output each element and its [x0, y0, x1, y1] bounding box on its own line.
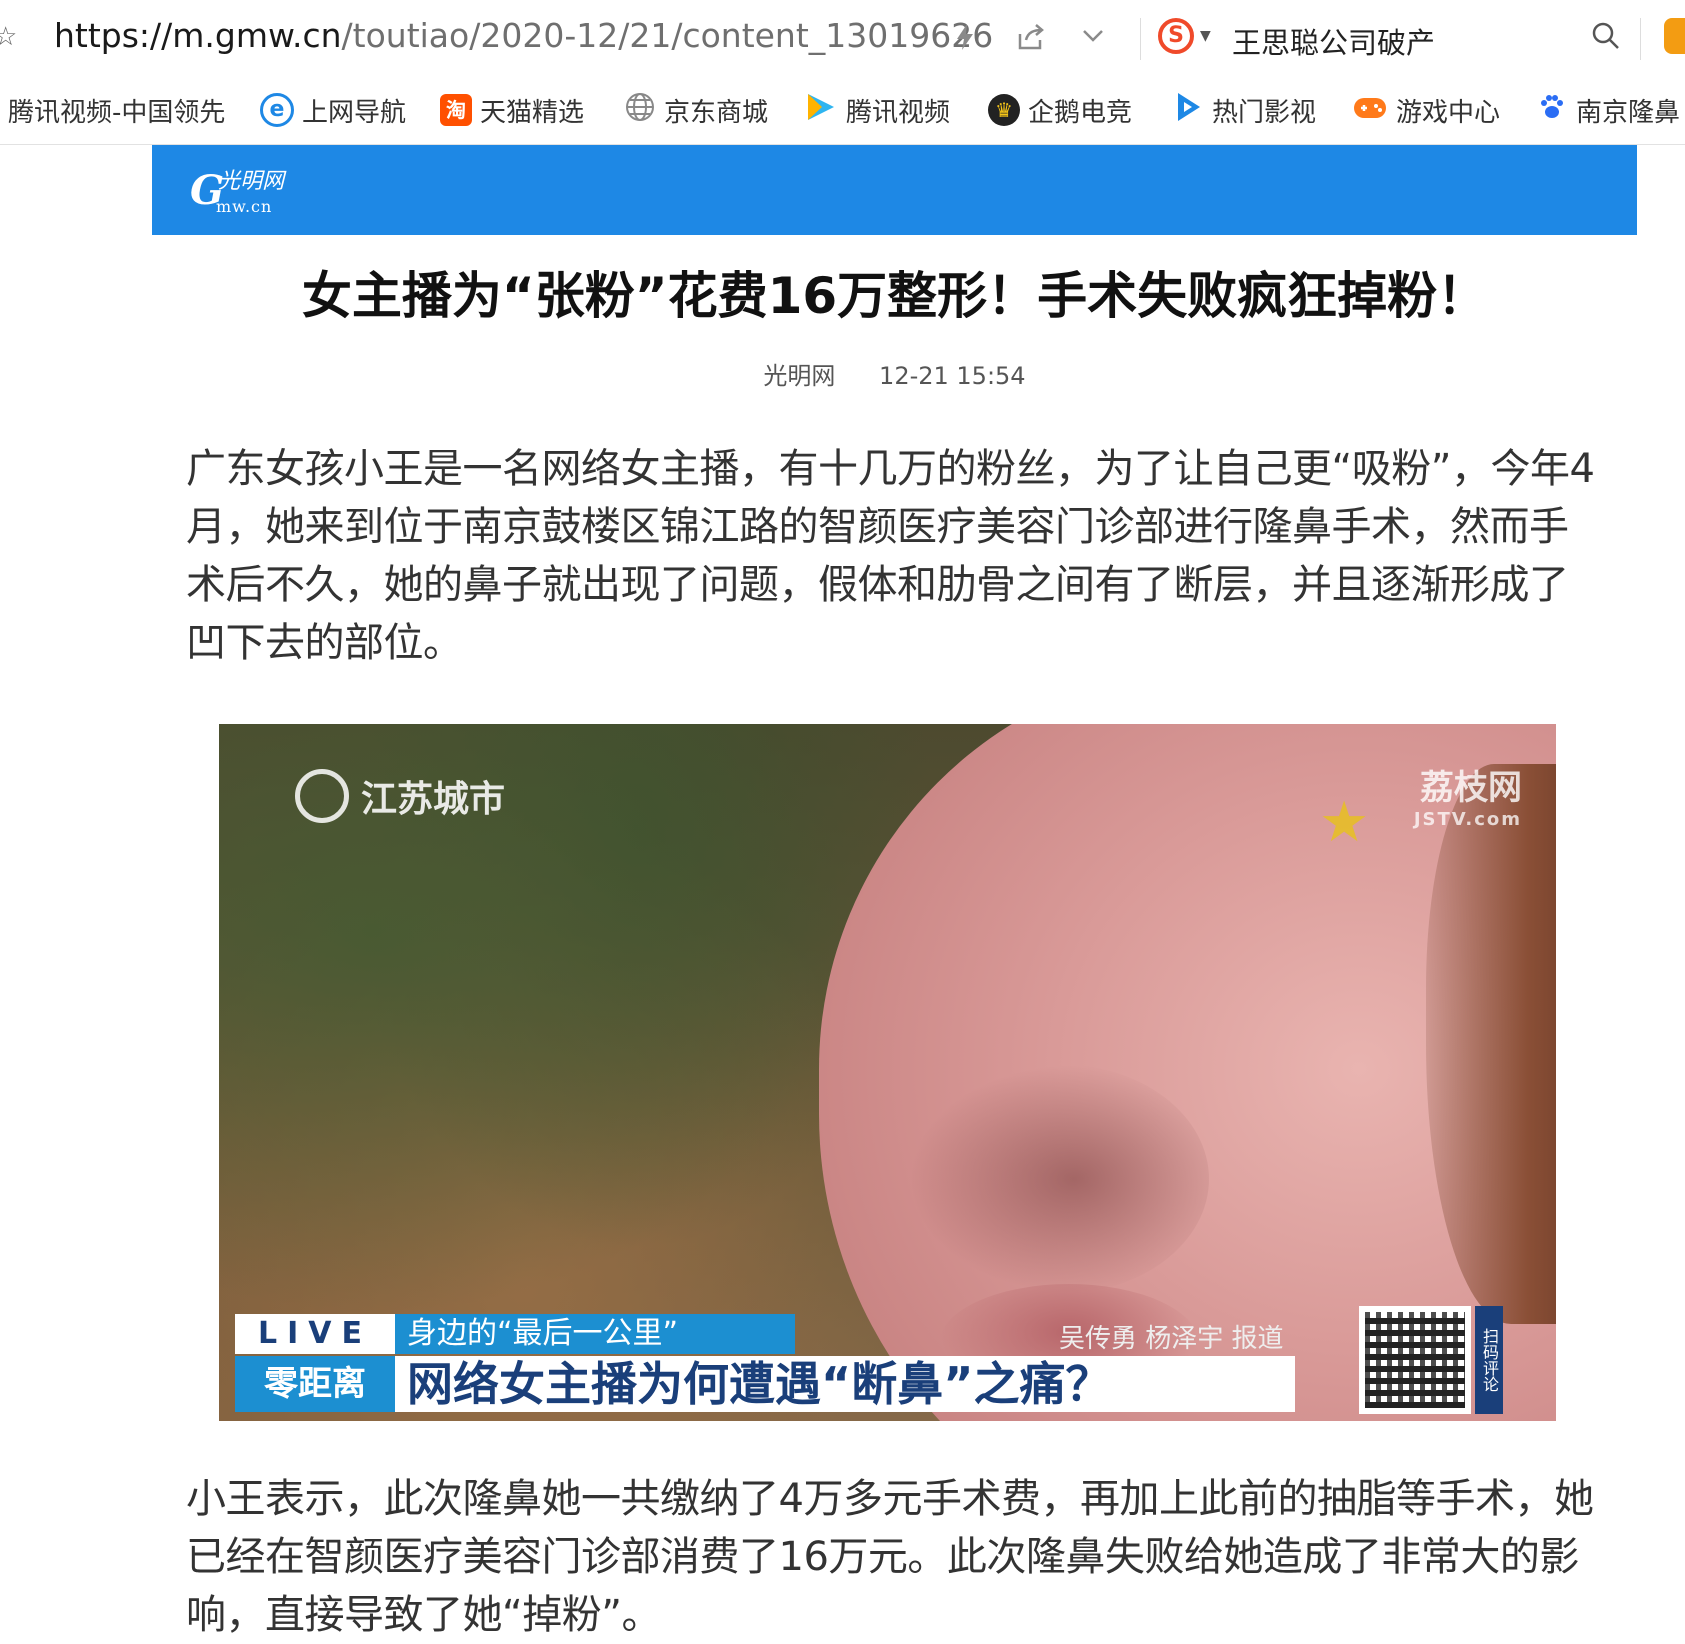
bookmark-label: 京东商城: [664, 97, 769, 128]
bookmark-label: 企鹅电竞: [1028, 97, 1133, 128]
penguin-icon: ♛: [988, 94, 1020, 126]
chevron-down-icon[interactable]: [1080, 22, 1106, 52]
bookmark-item[interactable]: ♛ 企鹅电竞: [988, 92, 1132, 128]
qr-label: 扫码评论: [1475, 1306, 1503, 1414]
play-icon: [804, 91, 838, 130]
caret-down-icon[interactable]: ▼: [1200, 28, 1211, 44]
play-icon: [1172, 91, 1204, 130]
search-icon[interactable]: [1590, 20, 1622, 56]
channel-name: 江苏城市: [361, 779, 506, 820]
search-input[interactable]: 王思聪公司破产: [1232, 20, 1435, 62]
divider: [1140, 18, 1141, 60]
bookmark-item[interactable]: 京东商城: [624, 92, 768, 128]
article-time: 12-21 15:54: [879, 362, 1026, 390]
bookmark-label: 热门影视: [1212, 97, 1317, 128]
article-meta: 光明网 12-21 15:54: [152, 356, 1637, 391]
bookmark-item[interactable]: 腾讯视频: [804, 92, 950, 128]
taobao-icon: 淘: [440, 94, 472, 126]
article-paragraph: 小王表示，此次隆鼻她一共缴纳了4万多元手术费，再加上此前的抽脂等手术，她已经在智…: [186, 1476, 1594, 1638]
extension-icon[interactable]: [1664, 18, 1685, 54]
article-paragraph: 广东女孩小王是一名网络女主播，有十几万的粉丝，为了让自己更“吸粉”，今年4月，她…: [186, 446, 1595, 666]
ie-icon: e: [260, 93, 294, 127]
site-watermark-domain: JSTV.com: [1413, 809, 1522, 830]
news-headline: 网络女主播为何遭遇“断鼻”之痛？: [395, 1356, 1295, 1412]
segment-tag: 身边的“最后一公里”: [395, 1314, 795, 1354]
paw-icon: [1536, 91, 1568, 130]
reporter-credit: 吴传勇 杨泽宇 报道: [1059, 1324, 1284, 1354]
logo-cn: 光明网: [218, 169, 285, 194]
gamepad-icon: [1352, 92, 1388, 129]
article-title: 女主播为“张粉”花费16万整形！手术失败疯狂掉粉！: [301, 267, 1488, 325]
bookmark-label: 游戏中心: [1396, 97, 1501, 128]
image-nose-shadow: [909, 1064, 1209, 1294]
url-field[interactable]: https://m.gmw.cn/toutiao/2020-12/21/cont…: [54, 16, 993, 55]
bookmark-item[interactable]: e 上网导航: [260, 92, 406, 128]
globe-icon: [624, 91, 656, 130]
site-watermark-name: 荔枝网: [1420, 768, 1522, 808]
star-badge-icon: ★: [1319, 790, 1370, 855]
article-source[interactable]: 光明网: [763, 362, 835, 390]
bookmark-label: 南京隆鼻: [1576, 97, 1681, 128]
bookmark-item[interactable]: 游戏中心: [1352, 92, 1500, 128]
share-icon[interactable]: [1016, 22, 1046, 56]
qr-code: [1359, 1306, 1471, 1414]
bookmark-item[interactable]: 热门影视: [1172, 92, 1316, 128]
bookmark-item[interactable]: 南京隆鼻: [1536, 92, 1680, 128]
site-watermark: 荔枝网 JSTV.com: [1414, 760, 1522, 830]
article-image[interactable]: 江苏城市 ★ 荔枝网 JSTV.com LIVE 身边的“最后一公里” 吴传勇 …: [219, 724, 1556, 1421]
channel-watermark: 江苏城市: [295, 766, 505, 826]
program-brand: 零距离: [235, 1356, 395, 1412]
divider: [1640, 18, 1641, 60]
bookmark-star-icon[interactable]: ☆: [0, 22, 17, 52]
bookmark-item[interactable]: 淘 天猫精选: [440, 92, 584, 128]
bookmark-label: 腾讯视频-中国领先: [8, 97, 226, 128]
url-path: /toutiao/2020-12/21/content_13019626: [341, 16, 994, 55]
live-label: LIVE: [235, 1314, 395, 1354]
bookmark-label: 天猫精选: [480, 97, 585, 128]
bookmark-label: 上网导航: [302, 97, 407, 128]
bookmark-item[interactable]: 腾讯视频-中国领先: [8, 92, 225, 128]
url-domain: https://m.gmw.cn: [54, 16, 342, 55]
sogou-icon[interactable]: S: [1158, 18, 1194, 54]
logo-domain: mw.cn: [216, 197, 273, 216]
bookmarks-bar: 腾讯视频-中国领先 e 上网导航 淘 天猫精选 京东商城 腾讯视频 ♛ 企鹅电竞…: [0, 78, 1685, 145]
address-bar: ☆ https://m.gmw.cn/toutiao/2020-12/21/co…: [0, 0, 1685, 79]
lightning-icon[interactable]: [952, 22, 978, 56]
channel-logo-icon: [295, 769, 349, 823]
site-header: G光明网 mw.cn: [152, 145, 1637, 235]
bookmark-label: 腾讯视频: [846, 97, 951, 128]
site-logo[interactable]: G光明网 mw.cn: [190, 167, 290, 216]
